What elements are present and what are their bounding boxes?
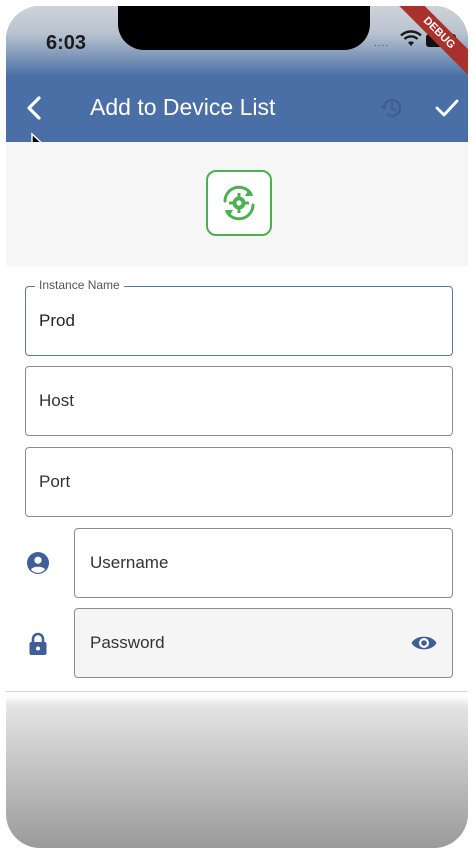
back-button[interactable] <box>16 90 52 126</box>
app-bar: Add to Device List <box>6 76 468 142</box>
port-field[interactable]: Port <box>25 447 453 517</box>
toggle-password-visibility-button[interactable] <box>410 631 438 655</box>
host-placeholder: Host <box>39 391 74 410</box>
device-form: Instance Name Prod Host Port Username Pa… <box>6 266 468 692</box>
history-button[interactable] <box>376 92 408 124</box>
app-logo <box>206 170 272 236</box>
username-icon-wrapper <box>26 551 50 575</box>
device-notch <box>118 6 370 50</box>
check-icon <box>435 99 459 117</box>
phone-frame: 6:03 .... DEBUG Add to Device List Insta… <box>6 6 468 848</box>
password-icon-wrapper <box>26 632 50 656</box>
status-time: 6:03 <box>46 32 87 54</box>
instance-name-value: Prod <box>39 311 75 330</box>
username-placeholder: Username <box>90 553 169 572</box>
port-placeholder: Port <box>39 472 71 491</box>
chevron-left-icon <box>27 96 41 120</box>
account-circle-icon <box>27 552 49 574</box>
instance-name-field[interactable]: Instance Name Prod <box>25 278 453 356</box>
signal-dots: .... <box>374 38 390 49</box>
password-field[interactable]: Password <box>74 608 453 678</box>
page-title: Add to Device List <box>90 94 276 120</box>
eye-icon <box>411 636 437 650</box>
username-field[interactable]: Username <box>74 528 453 598</box>
lock-icon <box>29 632 47 655</box>
wifi-icon <box>400 30 422 46</box>
logo-area <box>6 142 468 266</box>
save-button[interactable] <box>430 90 464 126</box>
instance-name-label: Instance Name <box>35 278 124 292</box>
host-field[interactable]: Host <box>25 366 453 436</box>
password-placeholder: Password <box>90 633 165 652</box>
settings-sync-icon <box>223 185 255 221</box>
history-icon <box>380 98 402 118</box>
